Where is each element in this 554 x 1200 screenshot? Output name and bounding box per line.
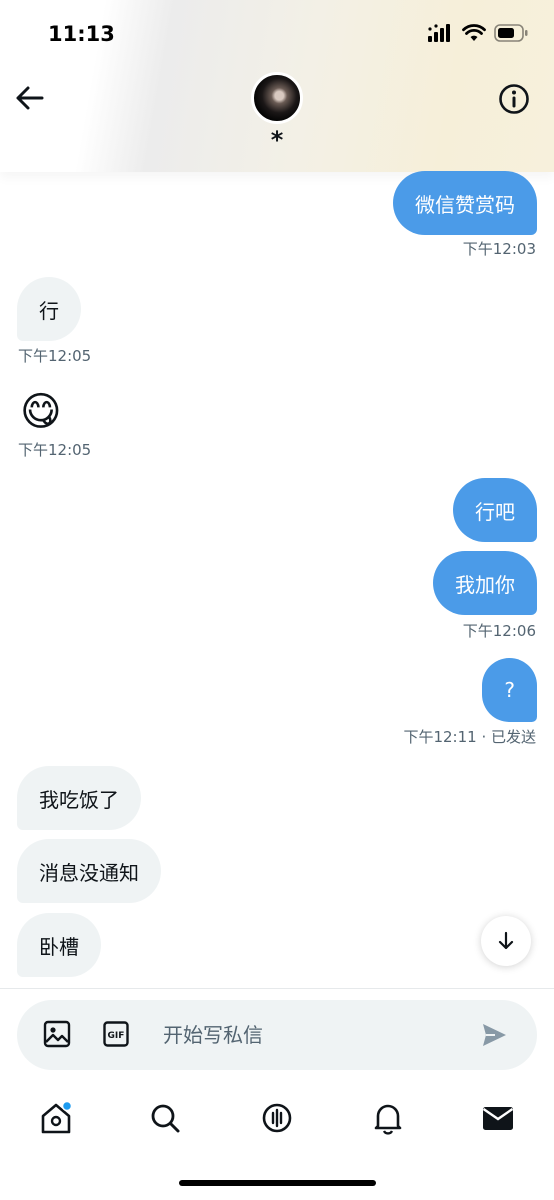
message-timestamp: 下午12:05 <box>18 441 92 459</box>
back-arrow-icon[interactable] <box>14 84 46 112</box>
message-timestamp: 下午12:05 <box>18 347 92 365</box>
message-composer: GIF <box>17 1000 537 1070</box>
message-bubble-outgoing[interactable]: 我加你 <box>433 551 537 615</box>
info-icon[interactable] <box>498 83 530 115</box>
mail-icon[interactable] <box>480 1100 516 1136</box>
status-icons <box>428 24 528 42</box>
bell-icon[interactable] <box>370 1100 406 1136</box>
bottom-tab-bar <box>0 1086 554 1150</box>
gif-icon[interactable]: GIF <box>103 1021 129 1047</box>
message-timestamp: 下午12:06 <box>462 622 536 640</box>
message-timestamp: 下午12:03 <box>462 240 536 258</box>
search-icon[interactable] <box>147 1100 183 1136</box>
home-indicator <box>179 1180 376 1186</box>
arrow-down-icon <box>498 931 514 950</box>
message-bubble-incoming[interactable]: 消息没通知 <box>17 839 161 903</box>
cellular-signal-icon <box>428 24 450 42</box>
message-bubble-outgoing[interactable]: 行吧 <box>453 478 537 542</box>
message-bubble-incoming[interactable]: 我吃饭了 <box>17 766 141 830</box>
message-bubble-incoming[interactable]: 行 <box>17 277 81 341</box>
emoji-message[interactable]: 😋 <box>20 390 62 434</box>
notification-dot <box>61 1100 73 1112</box>
contact-name[interactable]: * <box>0 126 554 154</box>
status-time: 11:13 <box>48 22 115 46</box>
message-bubble-incoming[interactable]: 卧槽 <box>17 913 101 977</box>
send-icon[interactable] <box>481 1022 507 1048</box>
contact-avatar[interactable] <box>251 72 303 124</box>
message-bubble-outgoing[interactable]: ? <box>482 658 537 722</box>
wifi-icon <box>462 24 486 41</box>
home-icon[interactable] <box>38 1100 74 1136</box>
composer-divider <box>0 988 554 989</box>
message-status: 下午12:11 · 已发送 <box>403 728 536 746</box>
scroll-to-bottom-button[interactable] <box>481 916 531 966</box>
battery-icon <box>494 24 528 42</box>
message-input[interactable] <box>163 1014 463 1056</box>
message-bubble-outgoing[interactable]: 微信赞赏码 <box>393 171 537 235</box>
image-icon[interactable] <box>43 1020 71 1048</box>
svg-text:GIF: GIF <box>108 1031 125 1041</box>
spaces-icon[interactable] <box>259 1100 295 1136</box>
